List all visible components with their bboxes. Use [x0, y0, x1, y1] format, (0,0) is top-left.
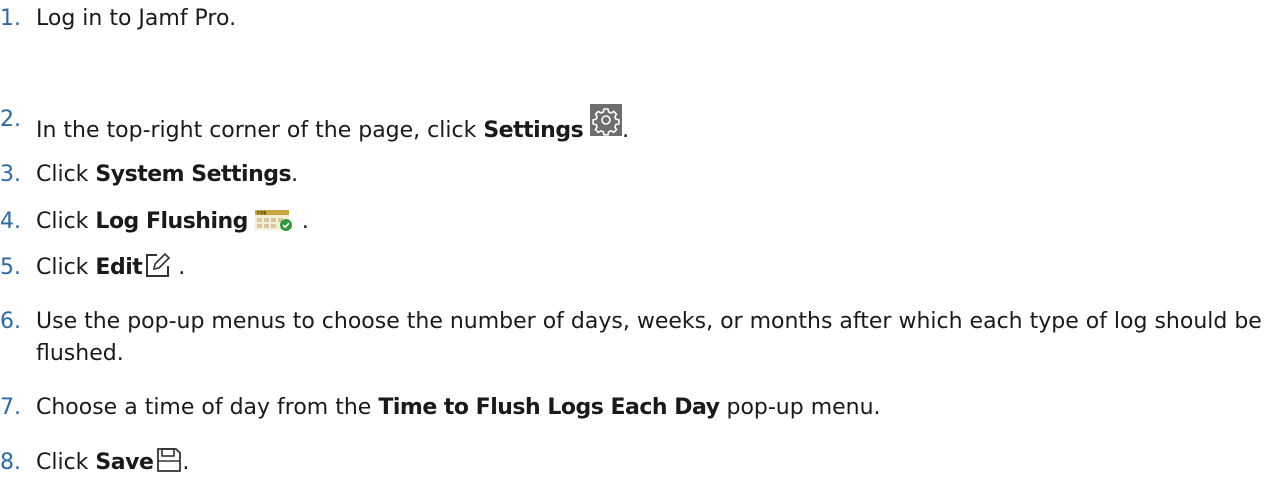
step-text: Click System Settings. — [36, 159, 1262, 191]
step-1: 1. Log in to Jamf Pro. — [0, 3, 1262, 35]
step-7: 7. Choose a time of day from the Time to… — [0, 392, 1262, 424]
step-number: 8. — [0, 450, 21, 475]
step-text-run: . — [182, 450, 190, 475]
step-text: In the top-right corner of the page, cli… — [36, 104, 1262, 147]
ui-term-settings: Settings — [483, 118, 584, 143]
step-text: Click Edit . — [36, 252, 1262, 284]
step-text-run: Click — [36, 209, 96, 234]
step-text-run: pop-up menu. — [719, 395, 881, 420]
step-number: 7. — [0, 395, 21, 420]
step-number: 3. — [0, 162, 21, 187]
step-text: Click Save. — [36, 447, 1262, 479]
step-text: Click Log Flushing FEB . — [36, 206, 1262, 238]
step-text-run: In the top-right corner of the page, cli… — [36, 118, 484, 143]
step-text-run: . — [291, 162, 299, 187]
step-number: 5. — [0, 255, 21, 280]
step-text: Log in to Jamf Pro. — [36, 3, 1262, 35]
step-text-run: . — [622, 118, 630, 143]
step-number: 1. — [0, 6, 21, 31]
ui-term-edit: Edit — [95, 255, 143, 280]
edit-icon — [145, 252, 171, 278]
step-8: 8. Click Save. — [0, 447, 1262, 479]
gear-icon — [590, 104, 623, 136]
step-text: Choose a time of day from the Time to Fl… — [36, 392, 1262, 424]
ui-term-time-to-flush: Time to Flush Logs Each Day — [378, 395, 720, 420]
step-3: 3. Click System Settings. — [0, 159, 1262, 191]
step-text-run: Choose a time of day from the — [36, 395, 379, 420]
step-5: 5. Click Edit . — [0, 252, 1262, 284]
step-text-run: . — [178, 255, 186, 280]
save-icon — [156, 447, 182, 473]
step-number: 4. — [0, 209, 21, 234]
step-text-run: Click — [36, 162, 96, 187]
step-2: 2. In the top-right corner of the page, … — [0, 104, 1262, 147]
step-text-run: Use the pop-up menus to choose the numbe… — [36, 309, 1262, 366]
step-text-run: Click — [36, 450, 96, 475]
calendar-icon: FEB — [254, 210, 295, 232]
ui-term-log-flushing: Log Flushing — [95, 209, 248, 234]
step-text-run: . — [301, 209, 309, 234]
step-text-run: Log in to Jamf Pro. — [36, 6, 237, 31]
calendar-icon-text: FEB — [257, 211, 267, 217]
step-number: 2. — [0, 107, 21, 132]
ui-term-system-settings: System Settings — [95, 162, 292, 187]
step-number: 6. — [0, 309, 21, 334]
step-text-run: Click — [36, 255, 96, 280]
step-text: Use the pop-up menus to choose the numbe… — [36, 306, 1262, 370]
step-6: 6. Use the pop-up menus to choose the nu… — [0, 306, 1262, 370]
step-4: 4. Click Log Flushing FEB . — [0, 206, 1262, 238]
ui-term-save: Save — [95, 450, 154, 475]
